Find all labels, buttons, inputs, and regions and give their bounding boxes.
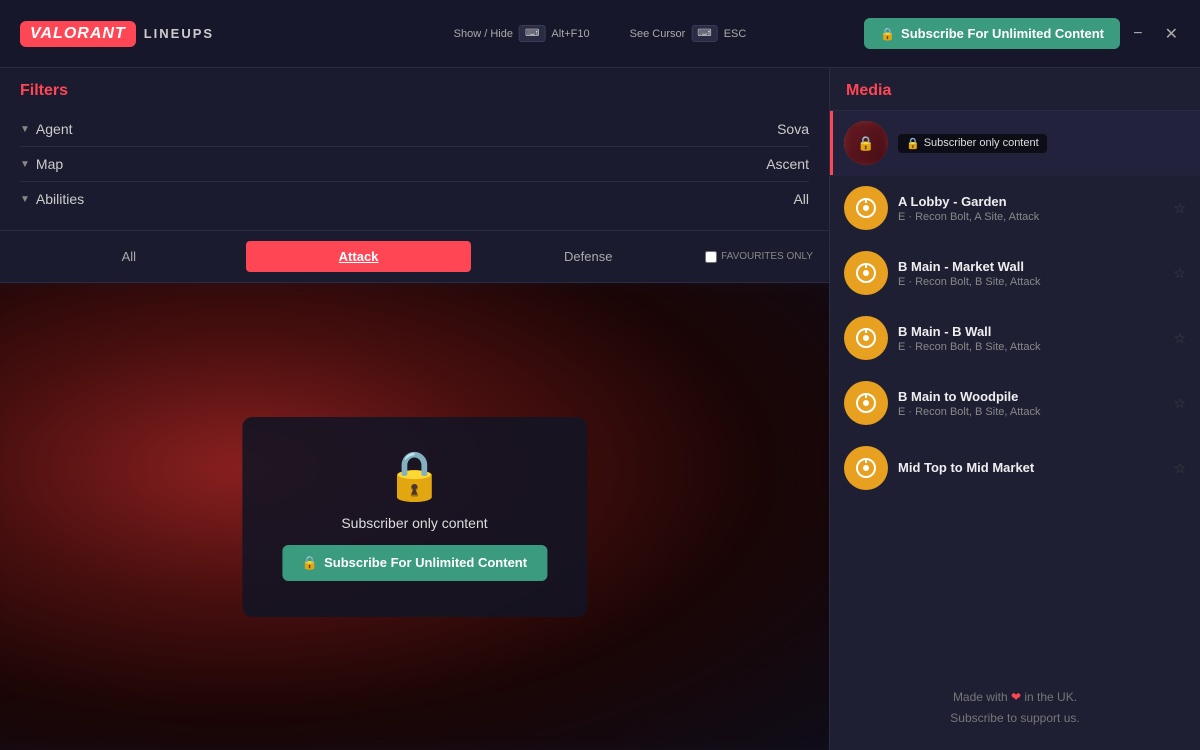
media-thumb-icon-1	[844, 186, 888, 230]
abilities-filter-label: Abilities	[36, 191, 84, 207]
selected-marker	[830, 111, 833, 175]
subscriber-badge: 🔒 Subscriber only content	[898, 134, 1047, 153]
thumb-overlay-lock: 🔒	[844, 121, 888, 165]
media-info-4: B Main to Woodpile E · Recon Bolt, B Sit…	[898, 389, 1163, 418]
agent-filter-label: Agent	[36, 121, 73, 137]
close-button[interactable]: ✕	[1159, 20, 1184, 48]
show-hide-key: Alt+F10	[551, 28, 589, 40]
abilities-filter-value: All	[793, 191, 809, 207]
map-filter-value: Ascent	[766, 156, 809, 172]
favourites-label: FAVOURITES ONLY	[721, 251, 813, 263]
agent-filter-row: ▼ Agent Sova	[20, 112, 809, 147]
media-name-5: Mid Top to Mid Market	[898, 460, 1163, 475]
media-item-4[interactable]: B Main to Woodpile E · Recon Bolt, B Sit…	[830, 371, 1200, 436]
star-icon-1[interactable]: ☆	[1173, 200, 1186, 217]
footer: Made with ❤ in the UK. Subscribe to supp…	[830, 667, 1200, 750]
media-item-subscriber[interactable]: 🔒 🔒 Subscriber only content	[830, 111, 1200, 176]
lock-icon-large: 🔒	[385, 453, 445, 501]
tab-all[interactable]: All	[16, 241, 242, 272]
media-item-5[interactable]: Mid Top to Mid Market ☆	[830, 436, 1200, 501]
media-info-2: B Main - Market Wall E · Recon Bolt, B S…	[898, 259, 1163, 288]
right-panel: Media 🔒 🔒 Subscriber only content	[830, 68, 1200, 750]
media-title: Media	[830, 68, 1200, 111]
star-icon-4[interactable]: ☆	[1173, 395, 1186, 412]
content-area: 🔒 Subscriber only content 🔒 Subscribe Fo…	[0, 283, 829, 750]
map-filter-label-container: ▼ Map	[20, 156, 63, 172]
window-controls: − ✕	[1127, 20, 1184, 48]
star-icon-3[interactable]: ☆	[1173, 330, 1186, 347]
favourites-checkbox-input[interactable]	[705, 251, 717, 263]
footer-line1: Made with ❤ in the UK.	[846, 687, 1184, 709]
subscribe-button-overlay[interactable]: 🔒 Subscribe For Unlimited Content	[282, 545, 547, 581]
tab-defense[interactable]: Defense	[475, 241, 701, 272]
media-list: 🔒 🔒 Subscriber only content A L	[830, 111, 1200, 667]
abilities-filter-label-container: ▼ Abilities	[20, 191, 84, 207]
media-item-2[interactable]: B Main - Market Wall E · Recon Bolt, B S…	[830, 241, 1200, 306]
media-info-5: Mid Top to Mid Market	[898, 460, 1163, 477]
media-item-3[interactable]: B Main - B Wall E · Recon Bolt, B Site, …	[830, 306, 1200, 371]
map-chevron-icon: ▼	[20, 159, 30, 170]
abilities-filter-row: ▼ Abilities All	[20, 182, 809, 216]
media-name-3: B Main - B Wall	[898, 324, 1163, 339]
subscriber-only-text: Subscriber only content	[341, 515, 487, 531]
tab-bar: All Attack Defense FAVOURITES ONLY	[0, 231, 829, 283]
star-icon-5[interactable]: ☆	[1173, 460, 1186, 477]
subscribe-button-header[interactable]: 🔒 Subscribe For Unlimited Content	[864, 18, 1120, 49]
media-info-1: A Lobby - Garden E · Recon Bolt, A Site,…	[898, 194, 1163, 223]
keyboard-icon-show-hide: ⌨	[519, 25, 545, 42]
lineups-text: LINEUPS	[144, 26, 214, 41]
media-thumb-icon-5	[844, 446, 888, 490]
valorant-logo: VALORANT	[20, 21, 136, 47]
abilities-chevron-icon: ▼	[20, 194, 30, 205]
footer-line2: Subscribe to support us.	[846, 708, 1184, 730]
filters-title: Filters	[20, 82, 809, 100]
titlebar: VALORANT LINEUPS Show / Hide ⌨ Alt+F10 S…	[0, 0, 1200, 68]
media-thumb-icon-3	[844, 316, 888, 360]
logo-container: VALORANT LINEUPS	[20, 21, 214, 47]
tab-attack[interactable]: Attack	[246, 241, 472, 272]
subscriber-overlay: 🔒 Subscriber only content 🔒 Subscribe Fo…	[242, 417, 587, 617]
lock-icon-badge: 🔒	[906, 137, 920, 150]
media-thumb-subscriber: 🔒	[844, 121, 888, 165]
main-layout: Filters ▼ Agent Sova ▼ Map Ascent ▼ Abil…	[0, 68, 1200, 750]
titlebar-shortcuts: Show / Hide ⌨ Alt+F10 See Cursor ⌨ ESC	[454, 25, 747, 42]
heart-icon: ❤	[1011, 690, 1021, 704]
media-name-4: B Main to Woodpile	[898, 389, 1163, 404]
media-name-2: B Main - Market Wall	[898, 259, 1163, 274]
show-hide-label: Show / Hide	[454, 28, 513, 40]
star-icon-2[interactable]: ☆	[1173, 265, 1186, 282]
media-name-1: A Lobby - Garden	[898, 194, 1163, 209]
subscribe-btn-label-header: Subscribe For Unlimited Content	[901, 26, 1104, 41]
agent-filter-label-container: ▼ Agent	[20, 121, 73, 137]
see-cursor-key: ESC	[724, 28, 747, 40]
media-item-1[interactable]: A Lobby - Garden E · Recon Bolt, A Site,…	[830, 176, 1200, 241]
show-hide-shortcut: Show / Hide ⌨ Alt+F10	[454, 25, 590, 42]
keyboard-icon-cursor: ⌨	[691, 25, 717, 42]
media-sub-4: E · Recon Bolt, B Site, Attack	[898, 406, 1163, 418]
media-thumb-icon-2	[844, 251, 888, 295]
media-sub-2: E · Recon Bolt, B Site, Attack	[898, 276, 1163, 288]
map-filter-label: Map	[36, 156, 63, 172]
see-cursor-shortcut: See Cursor ⌨ ESC	[630, 25, 747, 42]
lock-icon-overlay: 🔒	[302, 555, 318, 571]
media-thumb-icon-4	[844, 381, 888, 425]
minimize-button[interactable]: −	[1127, 21, 1148, 47]
left-panel: Filters ▼ Agent Sova ▼ Map Ascent ▼ Abil…	[0, 68, 830, 750]
subscriber-badge-text: Subscriber only content	[924, 137, 1039, 149]
see-cursor-label: See Cursor	[630, 28, 686, 40]
map-filter-row: ▼ Map Ascent	[20, 147, 809, 182]
media-sub-1: E · Recon Bolt, A Site, Attack	[898, 211, 1163, 223]
media-info-3: B Main - B Wall E · Recon Bolt, B Site, …	[898, 324, 1163, 353]
agent-chevron-icon: ▼	[20, 124, 30, 135]
agent-filter-value: Sova	[777, 121, 809, 137]
media-sub-3: E · Recon Bolt, B Site, Attack	[898, 341, 1163, 353]
lock-icon-header: 🔒	[880, 27, 895, 41]
subscribe-overlay-label: Subscribe For Unlimited Content	[324, 555, 527, 570]
favourites-checkbox[interactable]: FAVOURITES ONLY	[705, 251, 813, 263]
filters-section: Filters ▼ Agent Sova ▼ Map Ascent ▼ Abil…	[0, 68, 829, 231]
